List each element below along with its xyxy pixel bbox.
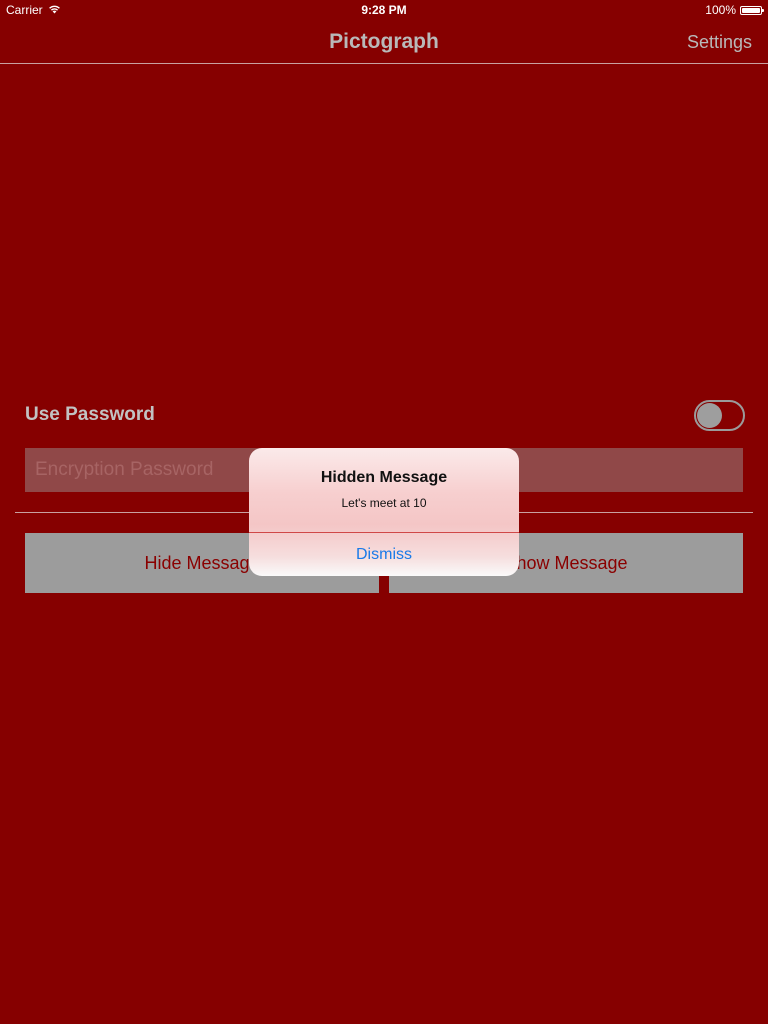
status-right: 100% [705, 3, 764, 17]
battery-nub [762, 8, 764, 12]
battery-fill [742, 7, 760, 13]
hidden-message-alert: Hidden Message Let's meet at 10 Dismiss [249, 448, 519, 576]
battery-percent: 100% [705, 3, 736, 17]
alert-message: Let's meet at 10 [341, 496, 427, 510]
status-bar: Carrier 9:28 PM 100% [0, 0, 768, 20]
use-password-toggle[interactable] [694, 400, 745, 431]
toggle-knob [697, 403, 722, 428]
status-time: 9:28 PM [361, 3, 407, 17]
battery-icon [740, 5, 764, 15]
navigation-bar: Pictograph Settings [0, 20, 768, 64]
alert-title: Hidden Message [320, 469, 448, 486]
use-password-label: Use Password [25, 404, 155, 425]
app-screen: Carrier 9:28 PM 100% Pictograph Settings… [0, 0, 768, 1024]
dismiss-button[interactable]: Dismiss [249, 533, 519, 576]
settings-button[interactable]: Settings [687, 32, 752, 53]
page-title: Pictograph [329, 30, 439, 53]
